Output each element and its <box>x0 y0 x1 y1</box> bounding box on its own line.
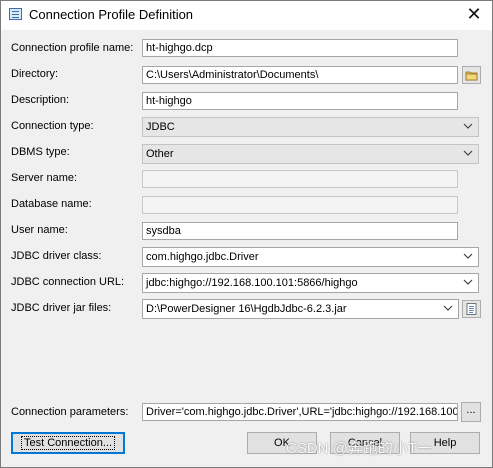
jdbc-url-select[interactable]: jdbc:highgo://192.168.100.101:5866/highg… <box>142 273 479 293</box>
connection-type-label: Connection type: <box>11 120 94 132</box>
ok-button[interactable]: OK <box>247 432 317 454</box>
server-name-input[interactable] <box>142 170 458 188</box>
connection-type-value: JDBC <box>146 121 175 133</box>
window-title: Connection Profile Definition <box>29 7 194 22</box>
title-bar: Connection Profile Definition ✕ <box>1 1 492 30</box>
chevron-down-icon <box>463 279 473 285</box>
database-name-input[interactable] <box>142 196 458 214</box>
dbms-type-value: Other <box>146 148 174 160</box>
connection-parameters-input[interactable]: Driver='com.highgo.jdbc.Driver',URL='jdb… <box>142 403 458 421</box>
jdbc-url-value: jdbc:highgo://192.168.100.101:5866/highg… <box>146 277 358 289</box>
chevron-down-icon <box>443 305 453 311</box>
jdbc-url-label: JDBC connection URL: <box>11 276 125 288</box>
folder-icon <box>465 71 478 81</box>
connection-type-select[interactable]: JDBC <box>142 117 479 137</box>
user-name-input[interactable]: sysdba <box>142 222 458 240</box>
user-name-label: User name: <box>11 224 68 236</box>
dbms-type-select[interactable]: Other <box>142 144 479 164</box>
jdbc-driver-class-select[interactable]: com.highgo.jdbc.Driver <box>142 247 479 267</box>
database-name-label: Database name: <box>11 198 92 210</box>
test-connection-label: Test Connection... <box>20 436 116 450</box>
chevron-down-icon <box>463 123 473 129</box>
description-label: Description: <box>11 94 70 106</box>
directory-label: Directory: <box>11 68 59 80</box>
close-button[interactable]: ✕ <box>456 1 492 30</box>
profile-name-label: Connection profile name: <box>11 42 134 54</box>
dbms-type-label: DBMS type: <box>11 146 70 158</box>
jdbc-jar-label: JDBC driver jar files: <box>11 302 112 314</box>
jdbc-jar-browse-button[interactable] <box>462 300 481 318</box>
profile-name-input[interactable]: ht-highgo.dcp <box>142 39 458 57</box>
description-input[interactable]: ht-highgo <box>142 92 458 110</box>
directory-input[interactable]: C:\Users\Administrator\Documents\ <box>142 66 458 84</box>
server-name-label: Server name: <box>11 172 78 184</box>
directory-browse-button[interactable] <box>462 66 481 84</box>
cancel-button[interactable]: Cancel <box>330 432 400 454</box>
notepad-icon <box>466 303 477 315</box>
chevron-down-icon <box>463 150 473 156</box>
connection-parameters-label: Connection parameters: <box>11 406 129 418</box>
connection-parameters-more-button[interactable]: ... <box>461 402 481 422</box>
jdbc-driver-class-label: JDBC driver class: <box>11 250 102 262</box>
jdbc-driver-class-value: com.highgo.jdbc.Driver <box>146 251 259 263</box>
chevron-down-icon <box>463 253 473 259</box>
help-button[interactable]: Help <box>410 432 480 454</box>
jdbc-jar-select[interactable]: D:\PowerDesigner 16\HgdbJdbc-6.2.3.jar <box>142 299 459 319</box>
app-icon <box>9 8 22 20</box>
jdbc-jar-value: D:\PowerDesigner 16\HgdbJdbc-6.2.3.jar <box>146 303 347 315</box>
test-connection-button[interactable]: Test Connection... <box>11 432 125 454</box>
